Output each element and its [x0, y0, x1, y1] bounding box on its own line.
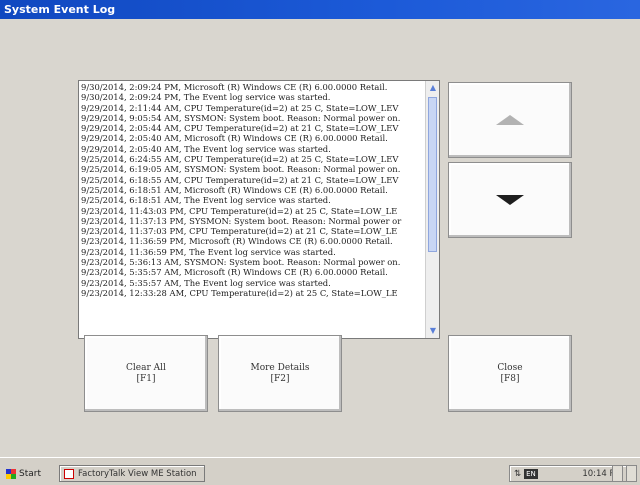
show-desktop-button[interactable] [612, 465, 623, 482]
up-arrow-icon [496, 115, 524, 125]
log-entry[interactable]: 9/23/2014, 11:36:59 PM, Microsoft (R) Wi… [81, 236, 423, 246]
clear-all-label: Clear All [126, 362, 166, 373]
close-label: Close [497, 362, 523, 373]
tray-extra-button[interactable] [626, 465, 637, 482]
log-entry[interactable]: 9/29/2014, 2:05:40 AM, The Event log ser… [81, 144, 423, 154]
clear-all-button[interactable]: Clear All [F1] [84, 335, 208, 412]
page-down-button[interactable] [448, 162, 572, 238]
log-entry[interactable]: 9/23/2014, 5:36:13 AM, SYSMON: System bo… [81, 257, 423, 267]
log-entry[interactable]: 9/30/2014, 2:09:24 PM, Microsoft (R) Win… [81, 82, 423, 92]
log-entry[interactable]: 9/25/2014, 6:18:51 AM, The Event log ser… [81, 195, 423, 205]
log-entry[interactable]: 9/25/2014, 6:18:55 AM, CPU Temperature(i… [81, 175, 423, 185]
more-details-button[interactable]: More Details [F2] [218, 335, 342, 412]
page-up-button[interactable] [448, 82, 572, 158]
scroll-thumb[interactable] [428, 97, 437, 252]
log-entry[interactable]: 9/23/2014, 11:37:03 PM, CPU Temperature(… [81, 226, 423, 236]
close-button[interactable]: Close [F8] [448, 335, 572, 412]
log-entry[interactable]: 9/23/2014, 11:37:13 PM, SYSMON: System b… [81, 216, 423, 226]
app-icon [64, 468, 74, 479]
log-entry[interactable]: 9/29/2014, 9:05:54 AM, SYSMON: System bo… [81, 113, 423, 123]
event-log-list[interactable]: 9/30/2014, 2:09:24 PM, Microsoft (R) Win… [78, 80, 440, 339]
window-body: 9/30/2014, 2:09:24 PM, Microsoft (R) Win… [0, 19, 640, 457]
taskbar-item-factorytalk[interactable]: FactoryTalk View ME Station [59, 465, 205, 482]
log-entry[interactable]: 9/30/2014, 2:09:24 PM, The Event log ser… [81, 92, 423, 102]
taskbar: Start FactoryTalk View ME Station ⇅ EN 1… [0, 457, 640, 485]
scroll-up-arrow-icon[interactable]: ▲ [428, 83, 438, 93]
start-label: Start [19, 468, 41, 479]
more-details-label: More Details [250, 362, 310, 373]
log-entry[interactable]: 9/23/2014, 5:35:57 AM, Microsoft (R) Win… [81, 267, 423, 277]
log-entry[interactable]: 9/25/2014, 6:19:05 AM, SYSMON: System bo… [81, 164, 423, 174]
system-tray: ⇅ EN 10:14 PM [509, 465, 627, 482]
log-entry[interactable]: 9/29/2014, 2:05:40 AM, Microsoft (R) Win… [81, 133, 423, 143]
log-entry[interactable]: 9/23/2014, 12:33:28 AM, CPU Temperature(… [81, 288, 423, 298]
task-label: FactoryTalk View ME Station [78, 468, 197, 479]
log-entry[interactable]: 9/23/2014, 11:43:03 PM, CPU Temperature(… [81, 206, 423, 216]
log-entry[interactable]: 9/23/2014, 5:35:57 AM, The Event log ser… [81, 278, 423, 288]
log-entry[interactable]: 9/25/2014, 6:24:55 AM, CPU Temperature(i… [81, 154, 423, 164]
more-details-key: [F2] [270, 373, 290, 384]
down-arrow-icon [496, 195, 524, 205]
log-entry[interactable]: 9/25/2014, 6:18:51 AM, Microsoft (R) Win… [81, 185, 423, 195]
close-key: [F8] [500, 373, 520, 384]
windows-flag-icon [6, 468, 16, 479]
log-entry[interactable]: 9/29/2014, 2:05:44 AM, CPU Temperature(i… [81, 123, 423, 133]
scroll-down-arrow-icon[interactable]: ▼ [428, 326, 438, 336]
log-entry[interactable]: 9/29/2014, 2:11:44 AM, CPU Temperature(i… [81, 103, 423, 113]
network-icon: ⇅ [514, 468, 522, 479]
keyboard-language-icon[interactable]: EN [524, 468, 538, 479]
log-entry[interactable]: 9/23/2014, 11:36:59 PM, The Event log se… [81, 247, 423, 257]
log-scrollbar[interactable]: ▲ ▼ [425, 81, 439, 338]
clear-all-key: [F1] [136, 373, 156, 384]
start-button[interactable]: Start [6, 466, 41, 481]
event-log-lines: 9/30/2014, 2:09:24 PM, Microsoft (R) Win… [81, 82, 423, 298]
window-title: System Event Log [0, 0, 640, 19]
